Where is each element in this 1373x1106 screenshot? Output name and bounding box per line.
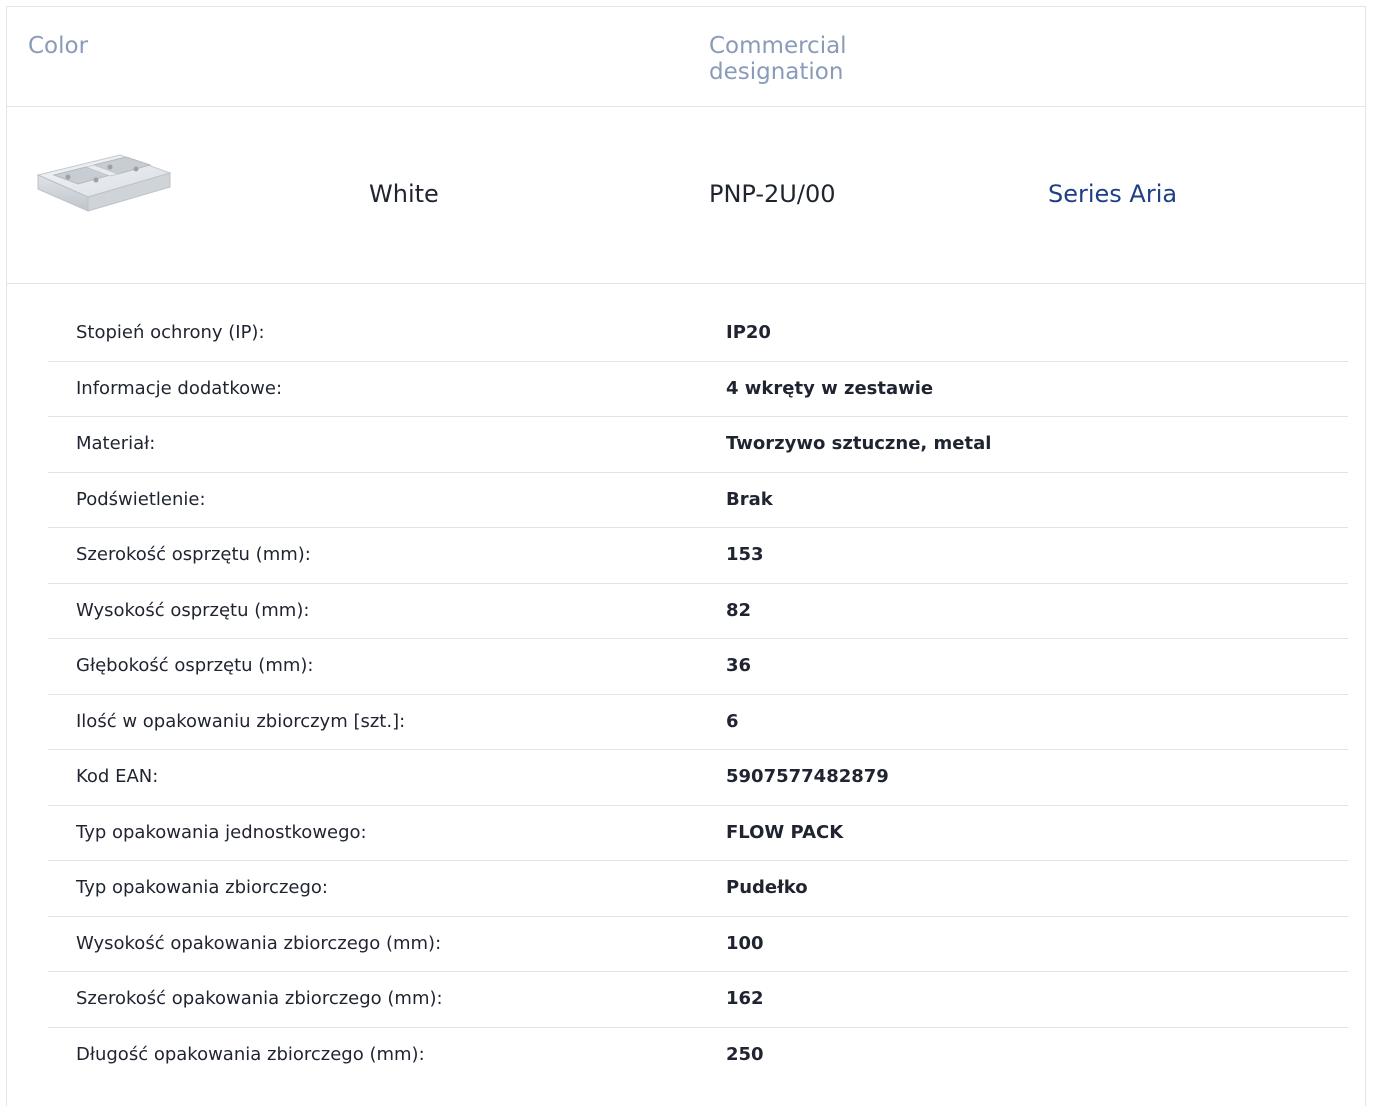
spec-label: Kod EAN: [76, 766, 159, 787]
spec-value: 82 [726, 599, 752, 621]
spec-row: Głębokość osprzętu (mm): 36 [48, 639, 1348, 695]
spec-row: Typ opakowania zbiorczego: Pudełko [48, 861, 1348, 917]
spec-label: Informacje dodatkowe: [76, 377, 283, 399]
spec-row: Szerokość opakowania zbiorczego (mm): 162 [48, 972, 1348, 1028]
spec-label: Wysokość osprzętu (mm): [76, 599, 310, 621]
spec-value: IP20 [726, 322, 771, 343]
spec-label: Typ opakowania zbiorczego: [76, 877, 328, 898]
series-link[interactable]: Series Aria [1048, 180, 1177, 208]
wall-box-double-icon [30, 125, 176, 221]
product-row: White PNP-2U/00 Series Aria [7, 107, 1365, 284]
product-table: Color Commercial designation White PNP-2… [6, 6, 1366, 1106]
spec-row: Wysokość opakowania zbiorczego (mm): 100 [48, 917, 1348, 972]
spec-value: 6 [726, 710, 739, 732]
spec-value: 100 [726, 932, 764, 954]
spec-label: Materiał: [76, 433, 156, 454]
spec-row: Podświetlenie: Brak [48, 473, 1348, 528]
spec-label: Szerokość opakowania zbiorczego (mm): [76, 988, 443, 1009]
spec-value: FLOW PACK [726, 821, 844, 843]
spec-table: Stopień ochrony (IP): IP20 Informacje doda… [48, 306, 1348, 1083]
column-header-commercial-designation: Commercial designation [709, 33, 847, 85]
spec-label: Stopień ochrony (IP): [76, 322, 265, 343]
spec-value: 153 [726, 544, 764, 565]
spec-row: Materiał: Tworzywo sztuczne, metal [48, 417, 1348, 473]
spec-value: 250 [726, 1043, 764, 1065]
spec-label: Typ opakowania jednostkowego: [76, 821, 367, 843]
table-header: Color Commercial designation [7, 7, 1365, 107]
spec-label: Ilość w opakowaniu zbiorczym [szt.]: [76, 710, 406, 732]
spec-value: 5907577482879 [726, 766, 889, 787]
spec-row: Stopień ochrony (IP): IP20 [48, 306, 1348, 362]
spec-row: Wysokość osprzętu (mm): 82 [48, 584, 1348, 639]
product-color: White [369, 180, 439, 208]
spec-value: 4 wkręty w zestawie [726, 377, 934, 399]
spec-label: Głębokość osprzętu (mm): [76, 655, 314, 676]
spec-row: Szerokość osprzętu (mm): 153 [48, 528, 1348, 584]
spec-label: Długość opakowania zbiorczego (mm): [76, 1043, 425, 1065]
spec-label: Wysokość opakowania zbiorczego (mm): [76, 932, 442, 954]
spec-row: Informacje dodatkowe: 4 wkręty w zestawie [48, 362, 1348, 417]
spec-row: Długość opakowania zbiorczego (mm): 250 [48, 1028, 1348, 1084]
spec-row: Typ opakowania jednostkowego: FLOW PACK [48, 806, 1348, 861]
spec-row: Kod EAN: 5907577482879 [48, 750, 1348, 806]
column-header-color: Color [28, 33, 89, 59]
spec-value: Tworzywo sztuczne, metal [726, 433, 992, 454]
product-code: PNP-2U/00 [709, 180, 836, 208]
spec-row: Ilość w opakowaniu zbiorczym [szt.]: 6 [48, 695, 1348, 750]
spec-value: Brak [726, 488, 773, 510]
spec-label: Szerokość osprzętu (mm): [76, 544, 311, 565]
spec-value: Pudełko [726, 877, 808, 898]
spec-label: Podświetlenie: [76, 488, 206, 510]
spec-value: 36 [726, 655, 752, 676]
spec-value: 162 [726, 988, 764, 1009]
